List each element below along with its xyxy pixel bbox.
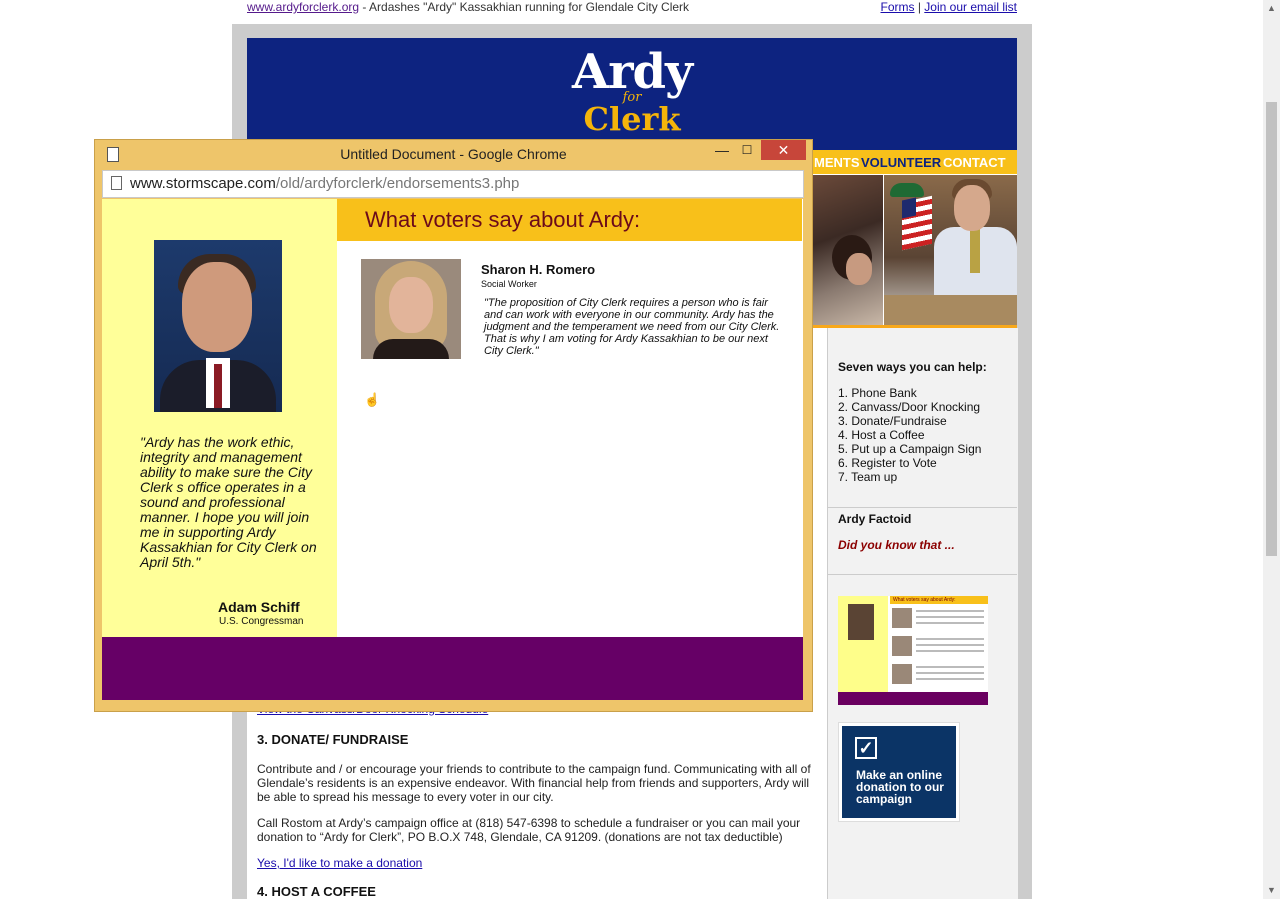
help-title: Seven ways you can help: xyxy=(838,360,987,374)
adam-schiff-photo xyxy=(154,240,282,412)
photo-tie xyxy=(214,364,222,408)
thumb-header: What voters say about Ardy: xyxy=(890,596,988,604)
popup-address-bar[interactable]: www.stormscape.com/old/ardyforclerk/endo… xyxy=(102,170,804,198)
sharon-romero-photo xyxy=(361,259,461,359)
thumb-avatar xyxy=(892,636,912,656)
page-icon xyxy=(111,176,122,191)
make-donation-link[interactable]: Yes, I'd like to make a donation xyxy=(257,856,422,870)
thumb-line xyxy=(916,638,984,640)
banner-photo-office xyxy=(884,175,1017,325)
donation-panel: ✓ Make an online donation to our campaig… xyxy=(842,726,956,818)
scroll-up-arrow-icon[interactable]: ▲ xyxy=(1263,0,1280,17)
thumb-line xyxy=(916,610,984,612)
thumb-avatar xyxy=(892,608,912,628)
sidebar-divider xyxy=(827,574,1017,575)
donation-text: Make an online donation to our campaign xyxy=(856,768,944,806)
thumb-line xyxy=(916,672,984,674)
thumb-header-text: What voters say about Ardy: xyxy=(893,597,956,603)
site-home-link[interactable]: www.ardyforclerk.org xyxy=(247,0,359,14)
thumb-line xyxy=(916,678,984,680)
site-tagline: - Ardashes "Ardy" Kassakhian running for… xyxy=(359,0,690,14)
flag-canton xyxy=(902,197,916,219)
photo-person-face xyxy=(846,253,872,285)
main-nav: MENTS VOLUNTEER CONTACT xyxy=(812,150,1017,174)
logo-clerk-text: Clerk xyxy=(583,100,681,138)
donate-paragraph-2: Call Rostom at Ardy’s campaign office at… xyxy=(257,816,801,844)
maximize-button[interactable]: ☐ xyxy=(738,141,756,159)
donate-heading: 3. DONATE/ FUNDRAISE xyxy=(257,732,409,747)
scroll-down-arrow-icon[interactable]: ▼ xyxy=(1263,882,1280,899)
top-links: Forms | Join our email list xyxy=(881,0,1018,14)
factoid-title: Ardy Factoid xyxy=(838,512,912,526)
endorsements-page: "Ardy has the work ethic, integrity and … xyxy=(102,199,803,700)
sidebar-divider xyxy=(827,507,1017,508)
help-item[interactable]: 4. Host a Coffee xyxy=(838,428,981,442)
popup-window-title: Untitled Document - Google Chrome xyxy=(340,146,567,162)
photo-head xyxy=(182,262,252,352)
ardy-for-clerk-logo[interactable]: Ardy for Clerk xyxy=(557,48,707,140)
nav-volunteer[interactable]: VOLUNTEER xyxy=(861,155,941,170)
close-button[interactable]: ✕ xyxy=(761,140,806,160)
endorsements-thumbnail[interactable]: What voters say about Ardy: xyxy=(838,596,988,705)
thumb-line xyxy=(916,650,984,652)
logo-ardy-text: Ardy xyxy=(572,44,693,100)
scrollbar-thumb[interactable] xyxy=(1266,102,1277,556)
green-lamp xyxy=(890,183,924,197)
help-item[interactable]: 7. Team up xyxy=(838,470,981,484)
top-links-separator: | xyxy=(914,0,925,14)
endorsements-title: What voters say about Ardy: xyxy=(365,207,641,232)
factoid-text: Did you know that ... xyxy=(838,538,955,552)
thumb-avatar xyxy=(892,664,912,684)
donate-paragraph-1: Contribute and / or encourage your frien… xyxy=(257,762,811,804)
romero-quote: "The proposition of City Clerk requires … xyxy=(484,297,780,357)
join-email-link[interactable]: Join our email list xyxy=(924,0,1017,14)
url-host: www.stormscape.com xyxy=(130,175,276,192)
help-item[interactable]: 6. Register to Vote xyxy=(838,456,981,470)
thumb-footer xyxy=(838,692,988,705)
romero-name: Sharon H. Romero xyxy=(481,262,596,277)
minimize-button[interactable]: — xyxy=(713,141,731,159)
schiff-name: Adam Schiff xyxy=(218,599,300,615)
thumb-line xyxy=(916,644,984,646)
featured-endorsement-panel: "Ardy has the work ethic, integrity and … xyxy=(102,199,337,637)
thumb-photo xyxy=(848,604,874,640)
help-item[interactable]: 5. Put up a Campaign Sign xyxy=(838,442,981,456)
thumb-line xyxy=(916,666,984,668)
thumb-line xyxy=(916,622,984,624)
help-list: 1. Phone Bank 2. Canvass/Door Knocking 3… xyxy=(838,386,981,484)
photo-head xyxy=(954,185,990,231)
endorsements-header: What voters say about Ardy: xyxy=(337,199,802,241)
top-tagline-wrap: www.ardyforclerk.org - Ardashes "Ardy" K… xyxy=(247,0,689,14)
help-item[interactable]: 2. Canvass/Door Knocking xyxy=(838,400,981,414)
thumb-line xyxy=(916,616,984,618)
url-path: /old/ardyforclerk/endorsements3.php xyxy=(275,175,520,192)
forms-link[interactable]: Forms xyxy=(881,0,915,14)
photo-desk xyxy=(884,295,1017,325)
host-coffee-heading: 4. HOST A COFFEE xyxy=(257,884,376,899)
checkbox-icon: ✓ xyxy=(855,737,877,759)
photo-tie xyxy=(970,229,980,273)
help-item[interactable]: 3. Donate/Fundraise xyxy=(838,414,981,428)
top-strip: www.ardyforclerk.org - Ardashes "Ardy" K… xyxy=(247,0,1017,16)
banner-photo-crowd xyxy=(812,175,883,325)
nav-endorsements[interactable]: MENTS xyxy=(814,155,860,170)
photo-face xyxy=(389,277,433,333)
romero-role: Social Worker xyxy=(481,279,537,289)
online-donation-button[interactable]: ✓ Make an online donation to our campaig… xyxy=(838,722,960,822)
endorsements-footer xyxy=(102,637,803,700)
help-item[interactable]: 1. Phone Bank xyxy=(838,386,981,400)
schiff-quote: "Ardy has the work ethic, integrity and … xyxy=(140,434,317,570)
nav-contact[interactable]: CONTACT xyxy=(943,155,1006,170)
mouse-cursor-icon: ☝ xyxy=(364,392,381,407)
schiff-role: U.S. Congressman xyxy=(219,616,304,627)
photo-body xyxy=(373,339,449,359)
